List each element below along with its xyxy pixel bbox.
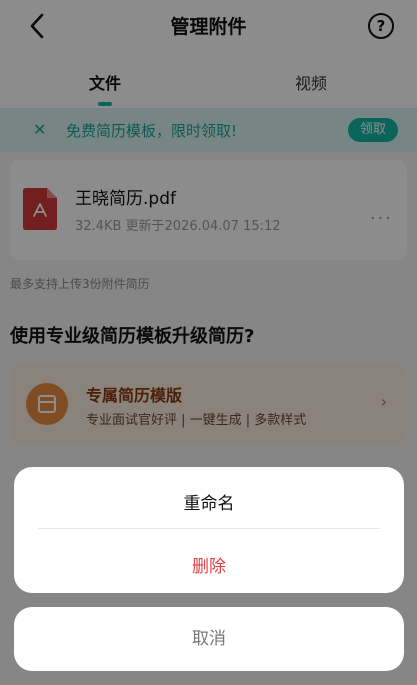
rename-button[interactable]: 重命名 — [14, 489, 404, 514]
delete-button[interactable]: 删除 — [14, 552, 404, 577]
cancel-button[interactable]: 取消 — [14, 607, 404, 671]
action-sheet: 重命名 删除 — [14, 467, 404, 593]
sheet-divider — [38, 528, 380, 529]
